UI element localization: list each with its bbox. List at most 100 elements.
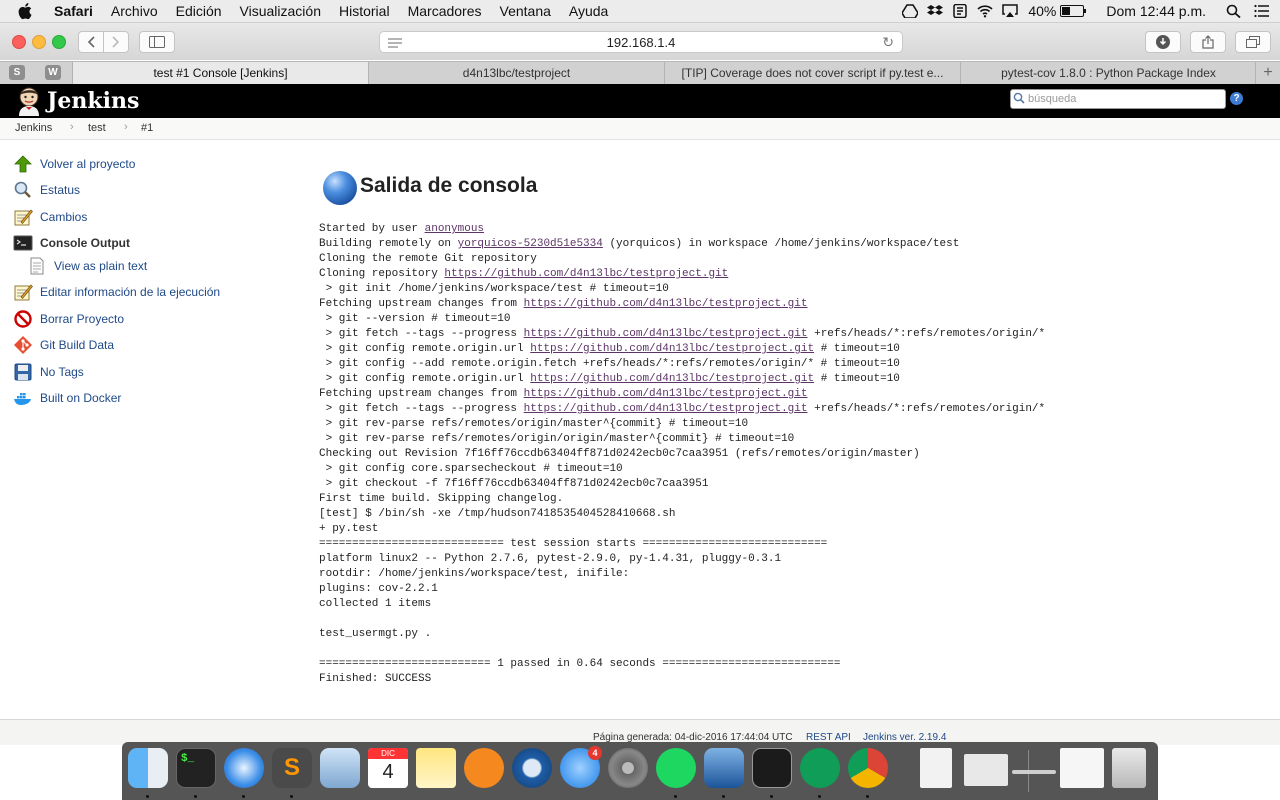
window-preview-icon[interactable] xyxy=(964,754,1008,786)
spotify-app-icon[interactable] xyxy=(656,748,696,788)
console-link[interactable]: https://github.com/d4n13lbc/testproject.… xyxy=(524,328,808,340)
sidebar-item-built-on-docker[interactable]: Built on Docker xyxy=(13,388,121,408)
trash-icon[interactable] xyxy=(1112,748,1146,788)
sidebar-item-back-to-project[interactable]: Volver al proyecto xyxy=(13,154,135,174)
calendar-day: 4 xyxy=(382,761,394,783)
console-line: Building remotely on yorquicos-5230d51e5… xyxy=(319,237,1045,252)
terminal-window-icon[interactable] xyxy=(752,748,792,788)
tab-coverage-tip[interactable]: [TIP] Coverage does not cover script if … xyxy=(664,62,960,85)
close-window-button[interactable] xyxy=(12,35,26,49)
menu-app-name[interactable]: Safari xyxy=(54,3,93,19)
pinned-tab-s[interactable]: S xyxy=(9,65,25,80)
menu-archivo[interactable]: Archivo xyxy=(111,3,158,19)
virtualbox-app-icon[interactable] xyxy=(704,748,744,788)
window-preview-icon[interactable] xyxy=(1012,770,1056,774)
search-icon xyxy=(1013,92,1025,104)
console-line: > git config remote.origin.url https://g… xyxy=(319,342,1045,357)
breadcrumb-build[interactable]: #1 xyxy=(141,122,153,134)
sidebar-item-label: Built on Docker xyxy=(40,391,122,405)
console-line: ========================== 1 passed in 0… xyxy=(319,657,1045,672)
sidebar-item-console-output[interactable]: Console Output xyxy=(13,233,130,253)
pdf-document-icon[interactable] xyxy=(920,748,952,788)
console-link[interactable]: https://github.com/d4n13lbc/testproject.… xyxy=(524,388,808,400)
console-link[interactable]: anonymous xyxy=(425,223,484,235)
sidebar-item-edit-build-info[interactable]: Editar información de la ejecución xyxy=(13,282,220,302)
bookmark-app-icon[interactable] xyxy=(952,4,968,18)
pinned-tab-w[interactable]: W xyxy=(45,65,61,80)
console-line: plugins: cov-2.2.1 xyxy=(319,582,1045,597)
safari-app-icon[interactable] xyxy=(224,748,264,788)
sidebar-item-no-tags[interactable]: No Tags xyxy=(13,362,84,382)
share-button[interactable] xyxy=(1190,31,1226,53)
menu-visualizacion[interactable]: Visualización xyxy=(240,3,321,19)
console-link[interactable]: https://github.com/d4n13lbc/testproject.… xyxy=(530,373,814,385)
sublime-text-icon[interactable]: S xyxy=(272,748,312,788)
console-text: Checking out Revision 7f16ff76ccdb63404f… xyxy=(319,448,920,460)
google-drive-icon[interactable] xyxy=(902,4,919,18)
jenkins-butler-logo-icon[interactable] xyxy=(14,86,44,116)
breadcrumb-jenkins[interactable]: Jenkins xyxy=(15,122,52,134)
running-indicator xyxy=(674,795,677,798)
tab-pytest-cov[interactable]: pytest-cov 1.8.0 : Python Package Index xyxy=(960,62,1256,85)
console-link[interactable]: yorquicos-5230d51e5334 xyxy=(458,238,603,250)
sidebar-item-status[interactable]: Estatus xyxy=(13,180,80,200)
jenkins-title[interactable]: Jenkins xyxy=(47,88,139,114)
ibooks-app-icon[interactable] xyxy=(464,748,504,788)
menu-ventana[interactable]: Ventana xyxy=(500,3,551,19)
address-bar[interactable]: 192.168.1.4 ↻ xyxy=(379,31,903,53)
menu-ayuda[interactable]: Ayuda xyxy=(569,3,608,19)
address-text[interactable]: 192.168.1.4 xyxy=(607,35,676,50)
system-preferences-icon[interactable] xyxy=(608,748,648,788)
spotlight-search-icon[interactable] xyxy=(1226,4,1242,18)
downloads-button[interactable] xyxy=(1145,31,1181,53)
apple-menu-icon[interactable] xyxy=(18,2,34,20)
reader-lines-icon[interactable] xyxy=(388,38,402,48)
console-link[interactable]: https://github.com/d4n13lbc/testproject.… xyxy=(444,268,728,280)
menu-marcadores[interactable]: Marcadores xyxy=(408,3,482,19)
forward-button[interactable] xyxy=(103,31,129,53)
notification-center-icon[interactable] xyxy=(1254,4,1270,18)
console-link[interactable]: https://github.com/d4n13lbc/testproject.… xyxy=(524,298,808,310)
chrome-app-icon[interactable] xyxy=(848,748,888,788)
menu-edicion[interactable]: Edición xyxy=(176,3,222,19)
tab-jenkins-console[interactable]: test #1 Console [Jenkins] xyxy=(72,62,368,85)
airplay-icon[interactable] xyxy=(1002,4,1019,18)
console-line: Cloning repository https://github.com/d4… xyxy=(319,267,1045,282)
help-icon[interactable]: ? xyxy=(1230,92,1243,105)
up-arrow-icon xyxy=(14,155,32,173)
tab-overview-button[interactable] xyxy=(1235,31,1271,53)
sidebar-item-git-build-data[interactable]: Git Build Data xyxy=(13,335,114,355)
console-link[interactable]: https://github.com/d4n13lbc/testproject.… xyxy=(524,403,808,415)
hangouts-app-icon[interactable] xyxy=(800,748,840,788)
breadcrumb-test[interactable]: test xyxy=(88,122,106,134)
minimize-window-button[interactable] xyxy=(32,35,46,49)
quicktime-app-icon[interactable] xyxy=(512,748,552,788)
sidebar-item-changes[interactable]: Cambios xyxy=(13,207,87,227)
reload-icon[interactable]: ↻ xyxy=(882,34,894,51)
save-icon xyxy=(14,363,32,381)
window-preview-icon[interactable] xyxy=(1060,748,1104,788)
sidebar-item-delete-project[interactable]: Borrar Proyecto xyxy=(13,309,124,329)
finder-icon[interactable] xyxy=(128,748,168,788)
calendar-app-icon[interactable]: DIC 4 xyxy=(368,748,408,788)
zoom-window-button[interactable] xyxy=(52,35,66,49)
tab-github-project[interactable]: d4n13lbc/testproject xyxy=(368,62,664,85)
menu-historial[interactable]: Historial xyxy=(339,3,390,19)
terminal-app-icon[interactable]: $_ xyxy=(176,748,216,788)
sidebar-item-view-plain-text[interactable]: View as plain text xyxy=(27,256,147,276)
new-tab-button[interactable]: + xyxy=(1255,62,1280,85)
tab-bar: S W test #1 Console [Jenkins] d4n13lbc/t… xyxy=(0,61,1280,86)
battery-icon[interactable] xyxy=(1060,5,1087,17)
clock[interactable]: Dom 12:44 p.m. xyxy=(1106,3,1206,19)
console-text: Cloning repository xyxy=(319,268,445,280)
wifi-icon[interactable] xyxy=(977,4,993,18)
sidebar-item-label: Volver al proyecto xyxy=(40,157,136,171)
dropbox-icon[interactable] xyxy=(927,4,944,18)
mail-app-icon[interactable] xyxy=(320,748,360,788)
sidebar-toggle-button[interactable] xyxy=(139,31,175,53)
back-button[interactable] xyxy=(78,31,104,53)
jenkins-search-input[interactable]: búsqueda xyxy=(1010,89,1226,109)
console-text: Started by user xyxy=(319,223,425,235)
console-link[interactable]: https://github.com/d4n13lbc/testproject.… xyxy=(530,343,814,355)
notes-app-icon[interactable] xyxy=(416,748,456,788)
